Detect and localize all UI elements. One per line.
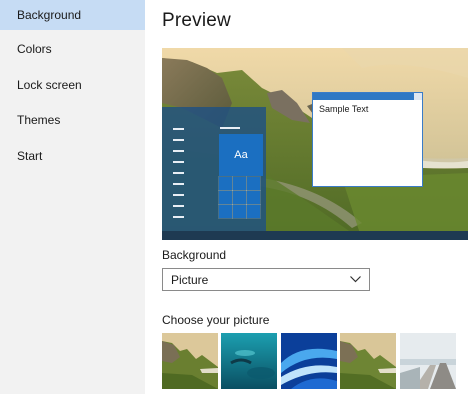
picture-thumbnail-5[interactable] xyxy=(400,333,456,389)
mountain-landscape-image xyxy=(162,333,218,389)
sample-window-preview: Sample Text xyxy=(312,92,423,187)
start-list-line xyxy=(173,150,184,152)
coastal-walkway-image xyxy=(400,333,456,389)
start-list-line xyxy=(173,172,184,174)
sidebar-item-themes[interactable]: Themes xyxy=(0,105,145,135)
start-list-line xyxy=(173,183,184,185)
desktop-preview: Aa Sample Text xyxy=(162,48,468,240)
chevron-down-icon xyxy=(350,276,361,283)
start-tile-small xyxy=(246,204,261,219)
page-title: Preview xyxy=(162,10,231,31)
sidebar-item-background[interactable]: Background xyxy=(0,0,145,30)
start-tile-small xyxy=(232,204,247,219)
start-tile-small xyxy=(218,176,233,191)
choose-picture-label: Choose your picture xyxy=(162,313,270,327)
tile-label: Aa xyxy=(234,149,248,161)
start-tile-small xyxy=(246,176,261,191)
mountain-landscape-image xyxy=(340,333,396,389)
start-list-line xyxy=(173,161,184,163)
start-list-line xyxy=(173,128,184,130)
start-tile-small xyxy=(232,190,247,205)
start-tile-small xyxy=(218,204,233,219)
underwater-image xyxy=(221,333,277,389)
start-list-line xyxy=(173,216,184,218)
background-dropdown-value: Picture xyxy=(171,273,209,287)
sidebar-item-lock-screen[interactable]: Lock screen xyxy=(0,70,145,100)
background-label: Background xyxy=(162,248,227,262)
start-list-line xyxy=(173,205,184,207)
background-dropdown[interactable]: Picture xyxy=(162,268,370,291)
settings-sidebar: Background Colors Lock screen Themes Sta… xyxy=(0,0,145,394)
start-list-line xyxy=(173,194,184,196)
start-tiles-header-line xyxy=(220,127,240,129)
picture-thumbnail-3[interactable] xyxy=(281,333,337,389)
blue-wave-image xyxy=(281,333,337,389)
start-tile-small xyxy=(246,190,261,205)
start-tile-small xyxy=(232,176,247,191)
start-list-line xyxy=(173,139,184,141)
sidebar-item-colors[interactable]: Colors xyxy=(0,34,145,64)
start-tile-large: Aa xyxy=(219,134,263,176)
sample-text: Sample Text xyxy=(319,104,369,114)
sidebar-item-start[interactable]: Start xyxy=(0,141,145,171)
start-tile-small xyxy=(218,190,233,205)
taskbar-preview xyxy=(162,231,468,240)
sample-window-close-icon xyxy=(414,93,422,100)
picture-thumbnail-2[interactable] xyxy=(221,333,277,389)
sample-window-titlebar xyxy=(313,93,422,100)
picture-thumbnail-4[interactable] xyxy=(340,333,396,389)
picture-thumbnail-1[interactable] xyxy=(162,333,218,389)
